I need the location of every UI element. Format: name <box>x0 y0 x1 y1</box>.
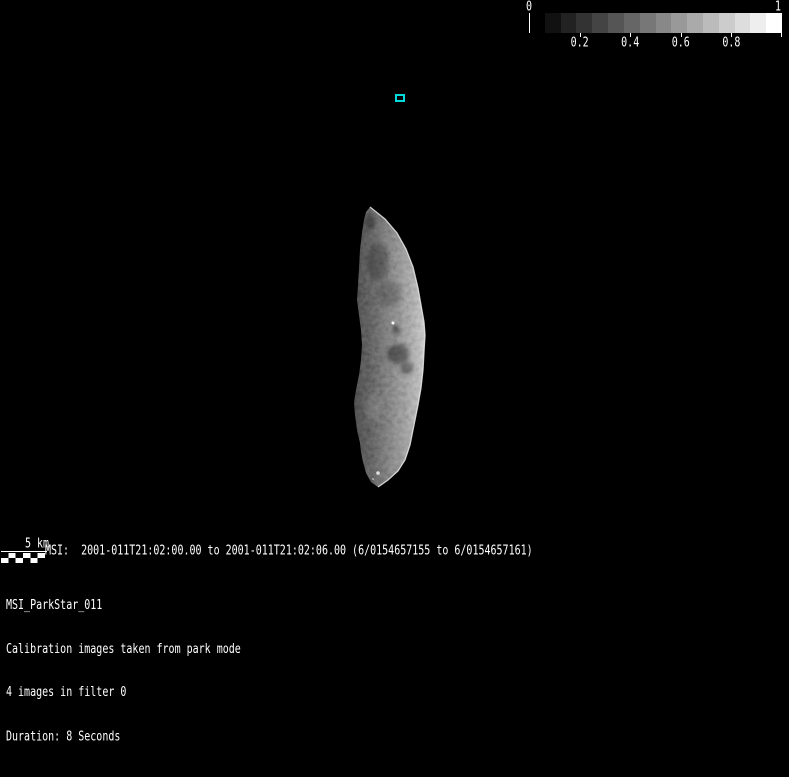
colorbar-gradient <box>529 13 782 33</box>
star-selection-marker[interactable] <box>395 94 405 102</box>
colorbar-step <box>766 13 782 33</box>
colorbar-step <box>734 13 751 33</box>
colorbar-step <box>544 13 561 33</box>
colorbar-step <box>655 13 672 33</box>
asteroid-image <box>354 206 426 488</box>
viewer-window: 0 1 0.2 0.4 0.6 0.8 5 km MSI: 2001-011T21:0… <box>0 0 789 777</box>
colorbar-step <box>671 13 688 33</box>
colorbar-step <box>687 13 703 33</box>
status-line: MSI: 2001-011T21:02:00.00 to 2001-011T21… <box>45 544 533 559</box>
colorbar-tick-label: 0.4 <box>621 36 640 51</box>
scale-bar-checker <box>1 553 45 563</box>
sequence-name: MSI_ParkStar_011 <box>6 598 103 613</box>
scale-bar-line <box>1 551 47 552</box>
observation-info: MSI_ParkStar_011 Calibration images take… <box>6 570 241 773</box>
colorbar-step <box>623 13 640 33</box>
colorbar-step <box>718 13 735 33</box>
scale-bar-checker-row-bottom <box>1 558 45 563</box>
sequence-description: Calibration images taken from park mode <box>6 642 241 657</box>
colorbar-tick-label: 0.6 <box>671 36 690 51</box>
colorbar-step <box>702 13 719 33</box>
colorbar-step <box>592 13 609 33</box>
duration-line: Duration: 8 Seconds <box>6 729 121 744</box>
colorbar-step <box>529 13 545 33</box>
colorbar-step <box>608 13 624 33</box>
colorbar-step <box>639 13 656 33</box>
colorbar-step <box>576 13 593 33</box>
colorbar-max-tick <box>781 33 782 37</box>
colorbar-step <box>750 13 767 33</box>
colorbar-zero-tick <box>529 13 530 33</box>
colorbar-step <box>560 13 577 33</box>
colorbar-tick-label: 0.8 <box>722 36 741 51</box>
images-filter-line: 4 images in filter 0 <box>6 685 127 700</box>
colorbar-tick-label: 0.2 <box>570 36 589 51</box>
